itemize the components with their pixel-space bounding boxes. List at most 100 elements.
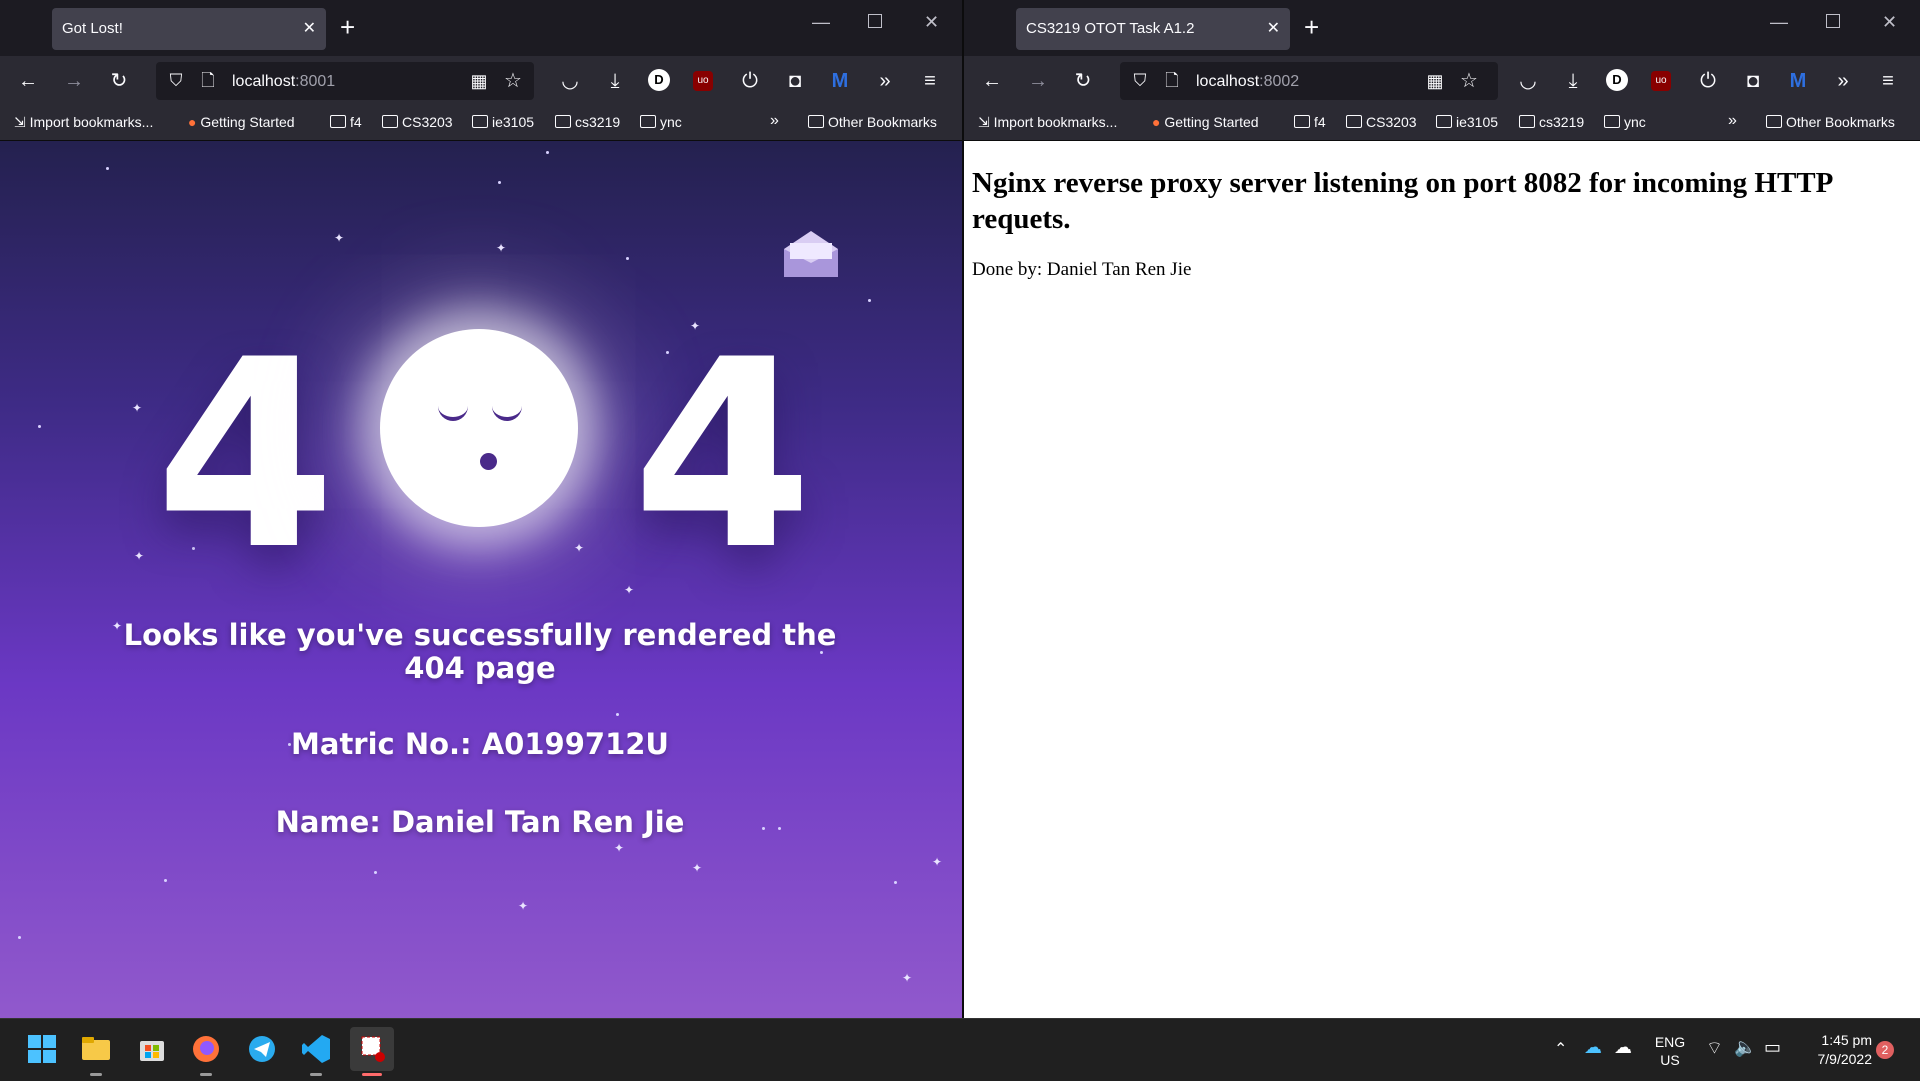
bookmark-folder-cs3219[interactable]: cs3219: [555, 114, 620, 130]
language-indicator[interactable]: ENG US: [1652, 1033, 1688, 1069]
pocket-icon[interactable]: ◡: [1516, 69, 1540, 93]
folder-icon: [472, 115, 488, 128]
back-icon[interactable]: ←: [980, 69, 1004, 93]
close-tab-icon[interactable]: ✕: [1267, 18, 1280, 38]
star-icon: ✦: [134, 549, 145, 563]
reload-icon[interactable]: ↻: [1071, 69, 1095, 93]
close-window-icon[interactable]: ✕: [1882, 12, 1897, 33]
telegram-icon[interactable]: [244, 1031, 280, 1067]
malwarebytes-icon[interactable]: M: [828, 69, 852, 93]
bookmark-import[interactable]: ⇲ Import bookmarks...: [14, 114, 153, 131]
star-dot: [626, 257, 629, 260]
forward-icon[interactable]: →: [62, 69, 86, 93]
more-extensions-icon[interactable]: »: [1831, 69, 1855, 93]
shield-icon[interactable]: ⛉: [1128, 69, 1152, 93]
vscode-icon[interactable]: [298, 1031, 334, 1067]
battery-icon[interactable]: ▭: [1764, 1037, 1781, 1058]
address-bar[interactable]: ⛉ 🗋 localhost:8002 ▦ ☆: [1120, 62, 1498, 100]
menu-icon[interactable]: ≡: [918, 69, 942, 93]
message-text: Looks like you've successfully rendered …: [123, 618, 837, 685]
bookmark-folder-cs3219[interactable]: cs3219: [1519, 114, 1584, 130]
running-indicator: [200, 1073, 212, 1076]
new-tab-button[interactable]: +: [340, 10, 355, 44]
file-explorer-icon[interactable]: [78, 1031, 114, 1067]
folder-icon: [1766, 115, 1782, 128]
bookmarks-overflow-icon[interactable]: »: [1728, 112, 1737, 130]
maximize-icon[interactable]: [868, 14, 882, 28]
bookmark-label: cs3219: [575, 114, 621, 130]
new-tab-button[interactable]: +: [1304, 10, 1319, 44]
back-icon[interactable]: ←: [16, 69, 40, 93]
menu-icon[interactable]: ≡: [1876, 69, 1900, 93]
tab-got-lost[interactable]: Got Lost! ✕: [52, 8, 326, 50]
folder-icon: [808, 115, 824, 128]
bookmark-star-icon[interactable]: ☆: [1457, 69, 1481, 93]
bookmark-label: Getting Started: [200, 114, 295, 130]
qr-code-icon[interactable]: ▦: [467, 69, 491, 93]
volume-icon[interactable]: 🔈: [1734, 1037, 1756, 1058]
bookmark-folder-f4[interactable]: f4: [1294, 114, 1326, 130]
download-icon[interactable]: ⤓: [1561, 69, 1585, 93]
bookmark-folder-cs3203[interactable]: CS3203: [382, 114, 453, 130]
address-bar[interactable]: ⛉ 🗋 localhost:8001 ▦ ☆: [156, 62, 534, 100]
bitwarden-icon[interactable]: ◘: [1741, 69, 1765, 93]
close-tab-icon[interactable]: ✕: [303, 18, 316, 38]
star-dot: [868, 299, 871, 302]
star-icon: ✦: [334, 231, 345, 245]
bookmark-getting-started[interactable]: ● Getting Started: [188, 114, 295, 130]
bitwarden-icon[interactable]: ◘: [783, 69, 807, 93]
wifi-icon[interactable]: ⌔: [1706, 1037, 1723, 1060]
bookmark-folder-cs3203[interactable]: CS3203: [1346, 114, 1417, 130]
bookmark-label: Other Bookmarks: [828, 114, 937, 130]
bookmark-label: f4: [350, 114, 362, 130]
power-icon[interactable]: ⏻: [738, 69, 762, 93]
url-port: :8001: [295, 73, 336, 90]
clock[interactable]: 1:45 pm 7/9/2022: [1796, 1031, 1873, 1069]
bookmark-folder-f4[interactable]: f4: [330, 114, 362, 130]
bookmarks-overflow-icon[interactable]: »: [770, 112, 779, 130]
bookmark-label: Import bookmarks...: [993, 114, 1118, 130]
bookmark-import[interactable]: ⇲ Import bookmarks...: [978, 114, 1117, 131]
ublock-icon[interactable]: uo: [1651, 71, 1671, 91]
minimize-icon[interactable]: —: [1770, 12, 1788, 33]
onedrive-icon[interactable]: ☁: [1584, 1037, 1602, 1058]
bookmark-folder-ie3105[interactable]: ie3105: [472, 114, 534, 130]
chevron-up-icon[interactable]: ⌃: [1554, 1039, 1567, 1059]
download-icon[interactable]: ⤓: [603, 69, 627, 93]
weather-icon[interactable]: ☁: [1614, 1037, 1632, 1058]
folder-icon: [1294, 115, 1310, 128]
bookmark-folder-ync[interactable]: ync: [640, 114, 682, 130]
bookmark-folder-ie3105[interactable]: ie3105: [1436, 114, 1498, 130]
star-dot: [374, 871, 377, 874]
qr-code-icon[interactable]: ▦: [1423, 69, 1447, 93]
start-button[interactable]: [24, 1031, 60, 1067]
tab-cs3219[interactable]: CS3219 OTOT Task A1.2 ✕: [1016, 8, 1290, 50]
bookmark-getting-started[interactable]: ● Getting Started: [1152, 114, 1259, 130]
store-icon[interactable]: [134, 1031, 170, 1067]
firefox-taskbar-icon[interactable]: [188, 1031, 224, 1067]
forward-icon[interactable]: →: [1026, 69, 1050, 93]
malwarebytes-icon[interactable]: M: [1786, 69, 1810, 93]
bookmark-other[interactable]: Other Bookmarks: [1766, 114, 1895, 130]
snipping-tool-icon[interactable]: [350, 1027, 394, 1071]
bookmark-folder-ync[interactable]: ync: [1604, 114, 1646, 130]
ublock-icon[interactable]: uo: [693, 71, 713, 91]
star-icon: ✦: [692, 861, 703, 875]
reload-icon[interactable]: ↻: [107, 69, 131, 93]
bookmark-other[interactable]: Other Bookmarks: [808, 114, 937, 130]
tab-title: Got Lost!: [62, 20, 123, 37]
lang-label: ENG: [1654, 1034, 1686, 1050]
extension-d-icon[interactable]: D: [1606, 69, 1628, 91]
extension-d-icon[interactable]: D: [648, 69, 670, 91]
star-dot: [894, 881, 897, 884]
more-extensions-icon[interactable]: »: [873, 69, 897, 93]
close-window-icon[interactable]: ✕: [924, 12, 939, 33]
matric-number: Matric No.: A0199712U: [291, 727, 669, 761]
minimize-icon[interactable]: —: [812, 12, 830, 33]
notification-badge[interactable]: 2: [1876, 1041, 1894, 1059]
shield-icon[interactable]: ⛉: [164, 69, 188, 93]
bookmark-star-icon[interactable]: ☆: [501, 69, 525, 93]
maximize-icon[interactable]: [1826, 14, 1840, 28]
pocket-icon[interactable]: ◡: [558, 69, 582, 93]
power-icon[interactable]: ⏻: [1696, 69, 1720, 93]
